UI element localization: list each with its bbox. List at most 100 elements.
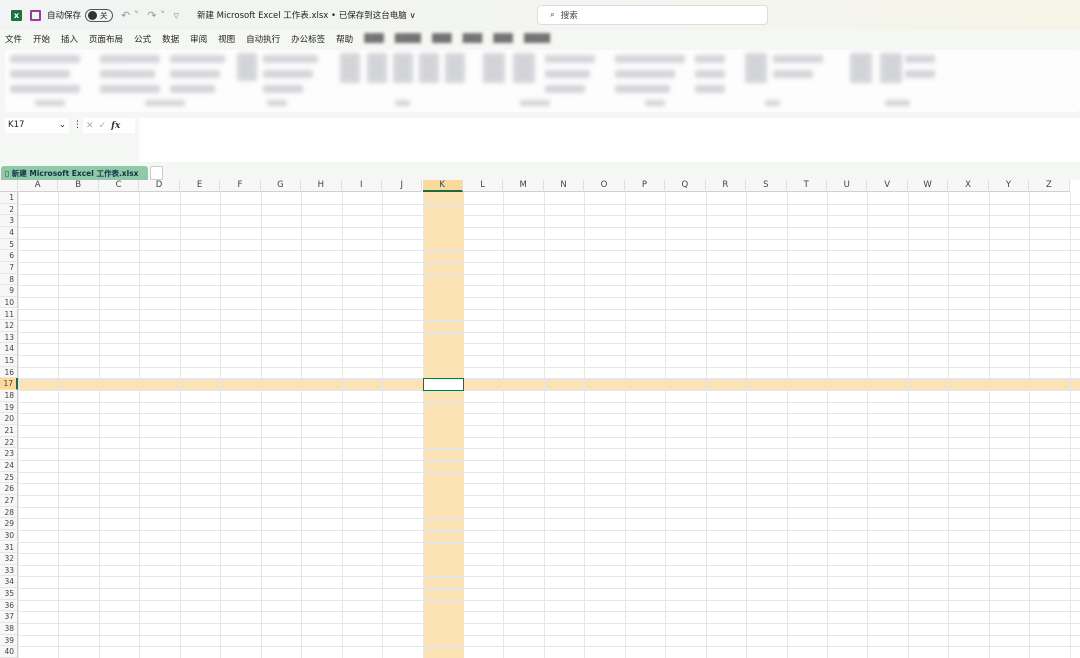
row-header[interactable]: 37 — [0, 611, 18, 624]
ribbon-control[interactable] — [100, 85, 160, 93]
column-header[interactable]: Z — [1029, 180, 1070, 192]
row-header[interactable]: 20 — [0, 413, 18, 425]
column-header[interactable]: Y — [988, 180, 1030, 192]
ribbon-control[interactable] — [745, 53, 767, 83]
menu-tab-2[interactable]: 插入 — [56, 33, 84, 45]
cancel-icon[interactable]: ✕ — [86, 121, 94, 131]
column-header[interactable]: A — [18, 180, 59, 192]
ribbon-control[interactable] — [10, 70, 70, 78]
row-header[interactable]: 38 — [0, 623, 18, 635]
ribbon-control[interactable] — [170, 70, 220, 78]
redo-icon[interactable]: ↷ ˅ — [147, 9, 165, 22]
ribbon-control[interactable] — [545, 85, 585, 93]
ribbon-control[interactable] — [267, 100, 287, 106]
ribbon-control[interactable] — [100, 55, 160, 63]
row-header[interactable]: 30 — [0, 529, 18, 542]
column-header[interactable]: C — [98, 180, 140, 192]
ribbon-control[interactable] — [645, 100, 665, 106]
document-title[interactable]: 新建 Microsoft Excel 工作表.xlsx • 已保存到这台电脑 ∨ — [197, 9, 416, 21]
column-header[interactable]: U — [827, 180, 868, 192]
ribbon-control[interactable] — [419, 53, 439, 83]
row-header[interactable]: 28 — [0, 506, 18, 519]
row-header[interactable]: 4 — [0, 226, 18, 239]
menu-tab-0[interactable]: 文件 — [0, 33, 28, 45]
row-header[interactable]: 12 — [0, 320, 18, 332]
row-header[interactable]: 18 — [0, 390, 18, 402]
column-header[interactable]: K — [422, 180, 463, 192]
column-header[interactable]: W — [907, 180, 949, 192]
ribbon-control[interactable] — [695, 70, 725, 78]
ribbon-control[interactable] — [615, 55, 685, 63]
row-header[interactable]: 8 — [0, 273, 18, 286]
menu-tab-3[interactable]: 页面布局 — [84, 33, 129, 45]
column-header[interactable]: O — [584, 180, 625, 192]
ribbon-control[interactable] — [170, 55, 225, 63]
column-header[interactable]: E — [179, 180, 221, 192]
ribbon-control[interactable] — [765, 100, 780, 106]
new-tab-button[interactable] — [150, 166, 163, 180]
row-header[interactable]: 10 — [0, 296, 18, 309]
row-header[interactable]: 13 — [0, 331, 18, 344]
menu-tab-blurred[interactable]: ▓▓▓ — [458, 34, 489, 44]
row-header[interactable]: 19 — [0, 401, 18, 414]
column-header[interactable]: D — [139, 180, 180, 192]
row-header[interactable]: 31 — [0, 541, 18, 554]
ribbon-control[interactable] — [10, 55, 80, 63]
ribbon-control[interactable] — [170, 85, 215, 93]
column-header[interactable]: M — [503, 180, 544, 192]
ribbon-control[interactable] — [445, 53, 465, 83]
menu-tab-7[interactable]: 视图 — [213, 33, 241, 45]
row-header[interactable]: 16 — [0, 366, 18, 379]
ribbon-control[interactable] — [237, 53, 257, 81]
customize-qat-icon[interactable]: ▿ — [173, 9, 179, 22]
ribbon-control[interactable] — [340, 53, 360, 83]
ribbon-control[interactable] — [263, 55, 318, 63]
row-header[interactable]: 32 — [0, 553, 18, 565]
row-header[interactable]: 17 — [0, 378, 18, 391]
row-header[interactable]: 24 — [0, 459, 18, 472]
column-header[interactable]: F — [220, 180, 261, 192]
spreadsheet-grid[interactable]: A B C D E F G H I J K L M N O P Q R S T U V W X Y Z 1 2 3 4 5 6 7 8 9 10 11 1… — [0, 180, 1080, 658]
row-header[interactable]: 11 — [0, 308, 18, 321]
column-header[interactable]: Q — [665, 180, 706, 192]
menu-tab-blurred[interactable]: ▓▓▓ — [427, 34, 458, 44]
column-header[interactable]: P — [624, 180, 666, 192]
row-header[interactable]: 23 — [0, 448, 18, 460]
ribbon-control[interactable] — [615, 85, 670, 93]
insert-function-icon[interactable]: fx — [111, 121, 120, 131]
ribbon-control[interactable] — [263, 85, 303, 93]
ribbon-control[interactable] — [35, 100, 65, 106]
active-cell[interactable] — [422, 378, 464, 392]
undo-icon[interactable]: ↶ ˅ — [121, 9, 139, 22]
row-header[interactable]: 5 — [0, 238, 18, 251]
row-header[interactable]: 15 — [0, 355, 18, 367]
ribbon-control[interactable] — [393, 53, 413, 83]
column-header[interactable]: X — [948, 180, 989, 192]
row-header[interactable]: 27 — [0, 494, 18, 507]
ribbon-control[interactable] — [520, 100, 550, 106]
column-header[interactable]: V — [867, 180, 908, 192]
menu-tab-6[interactable]: 审阅 — [185, 33, 213, 45]
ribbon-control[interactable] — [545, 70, 590, 78]
ribbon-control[interactable] — [850, 53, 872, 83]
save-icon[interactable] — [30, 9, 41, 21]
row-header[interactable]: 1 — [0, 192, 18, 204]
ribbon-control[interactable] — [367, 53, 387, 83]
formula-input[interactable] — [139, 118, 1080, 162]
ribbon-control[interactable] — [545, 55, 595, 63]
menu-tab-8[interactable]: 自动执行 — [241, 33, 286, 45]
menu-tab-9[interactable]: 办公标签 — [286, 33, 331, 45]
ribbon-control[interactable] — [880, 53, 902, 83]
ribbon-control[interactable] — [10, 85, 80, 93]
column-header[interactable]: R — [705, 180, 747, 192]
row-header[interactable]: 9 — [0, 285, 18, 297]
ribbon-control[interactable] — [145, 100, 185, 106]
row-header[interactable]: 21 — [0, 425, 18, 437]
ribbon-control[interactable] — [395, 100, 410, 106]
row-header[interactable]: 25 — [0, 471, 18, 484]
column-header[interactable]: I — [341, 180, 383, 192]
menu-tab-blurred[interactable]: ▓▓▓▓ — [390, 34, 427, 44]
row-header[interactable]: 36 — [0, 599, 18, 612]
ribbon-control[interactable] — [905, 70, 935, 78]
column-header[interactable]: N — [543, 180, 585, 192]
